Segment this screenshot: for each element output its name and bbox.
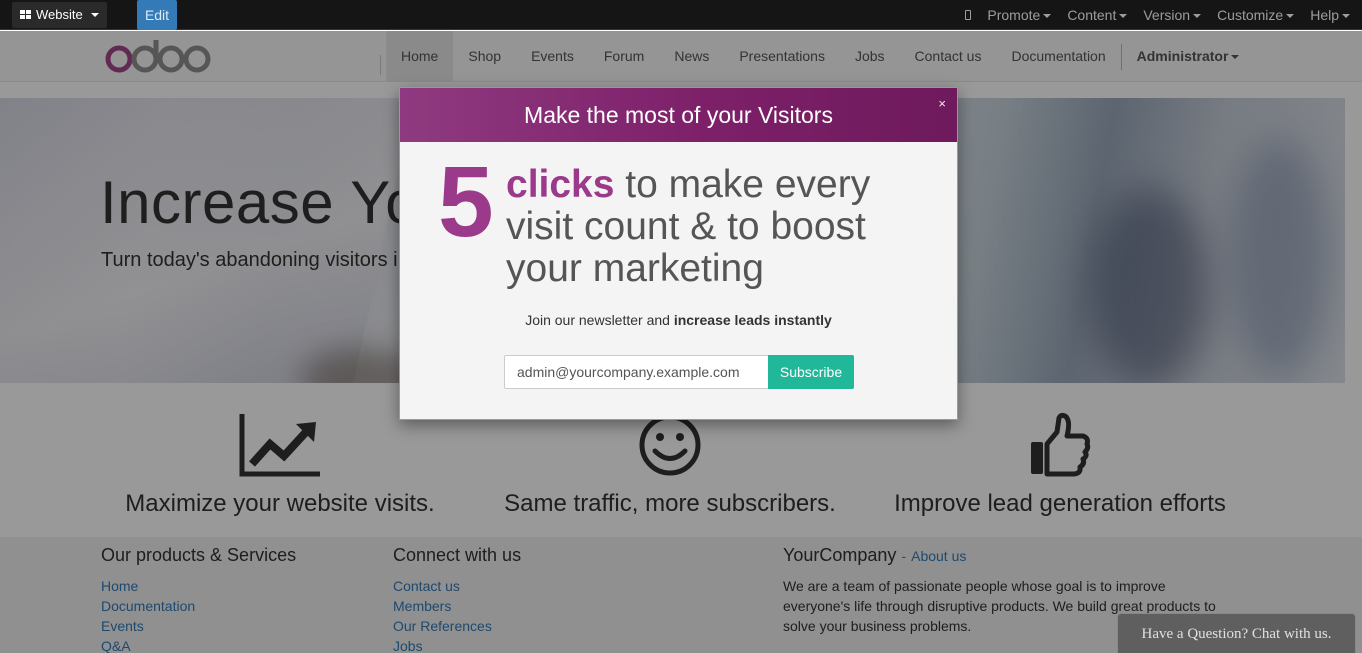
apps-grid-icon <box>20 10 31 20</box>
edit-button[interactable]: Edit <box>137 0 177 30</box>
close-icon[interactable]: × <box>938 97 946 110</box>
popup-join-bold: increase leads instantly <box>673 312 832 328</box>
newsletter-popup: Make the most of your Visitors × 5 click… <box>399 87 958 420</box>
promote-menu[interactable]: Promote <box>987 7 1052 23</box>
newsletter-email-input[interactable] <box>504 355 768 389</box>
popup-body: 5 clicks to make every visit count & to … <box>400 142 957 419</box>
chevron-down-icon <box>1286 14 1295 19</box>
popup-pitch: clicks to make every visit count & to bo… <box>506 164 936 290</box>
help-menu[interactable]: Help <box>1310 7 1350 23</box>
website-menu[interactable]: Website <box>12 2 107 28</box>
chevron-down-icon <box>1342 14 1350 19</box>
chevron-down-icon <box>90 13 99 17</box>
popup-clicks-word: clicks <box>506 163 615 206</box>
mobile-preview-icon[interactable] <box>965 10 972 20</box>
popup-join-text: Join our newsletter and increase leads i… <box>525 312 832 328</box>
customize-menu[interactable]: Customize <box>1217 7 1295 23</box>
website-menu-label: Website <box>36 7 83 22</box>
version-menu[interactable]: Version <box>1143 7 1202 23</box>
popup-header: Make the most of your Visitors × <box>400 88 957 142</box>
popup-title: Make the most of your Visitors <box>524 102 833 128</box>
chevron-down-icon <box>1043 14 1052 19</box>
popup-big-number: 5 <box>438 146 494 258</box>
admin-bar: Website Edit Promote Content Version Cus… <box>0 0 1362 30</box>
admin-right-menu: Promote Content Version Customize Help <box>965 0 1350 30</box>
chevron-down-icon <box>1119 14 1128 19</box>
live-chat-button[interactable]: Have a Question? Chat with us. <box>1117 613 1356 653</box>
subscribe-form: Subscribe <box>504 355 854 389</box>
subscribe-button[interactable]: Subscribe <box>768 355 854 389</box>
chevron-down-icon <box>1193 14 1202 19</box>
content-menu[interactable]: Content <box>1067 7 1128 23</box>
